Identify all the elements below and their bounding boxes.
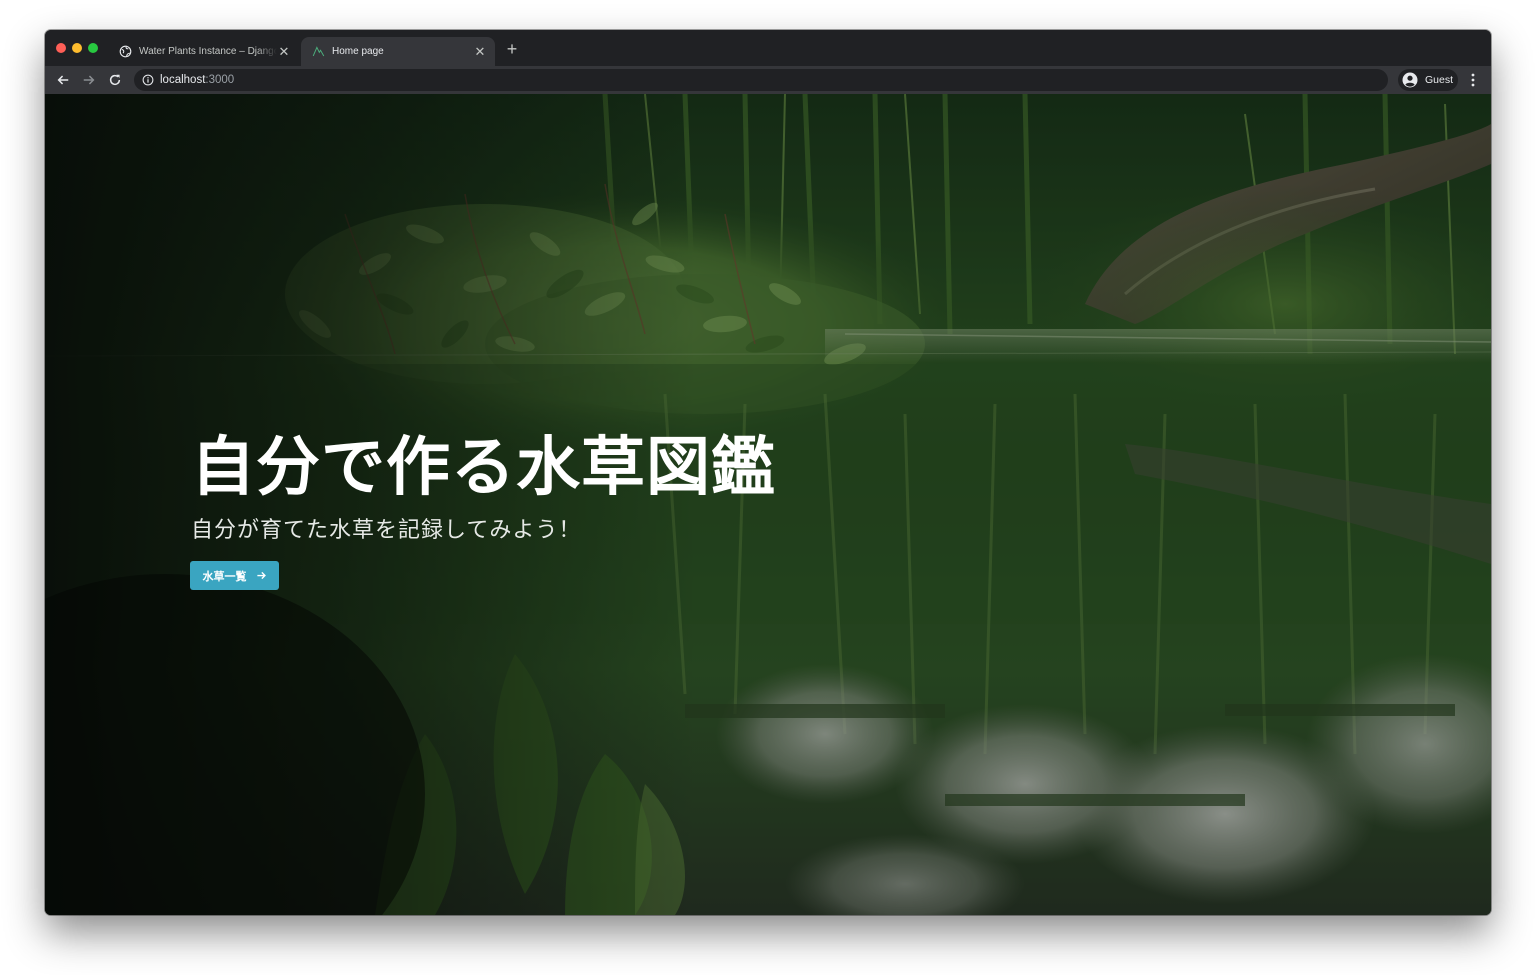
- tab-close-icon[interactable]: ✕: [277, 44, 291, 59]
- tab-title: Water Plants Instance – Django R: [139, 46, 277, 57]
- profile-name: Guest: [1425, 74, 1454, 86]
- window-minimize-button[interactable]: [72, 43, 82, 53]
- profile-button[interactable]: Guest: [1398, 69, 1458, 91]
- tab-water-plants-instance[interactable]: Water Plants Instance – Django R ✕: [108, 37, 299, 66]
- reload-icon[interactable]: [106, 71, 124, 89]
- tab-home-page[interactable]: Home page ✕: [301, 37, 495, 66]
- tab-strip: Water Plants Instance – Django R ✕ Home …: [45, 30, 1491, 66]
- window-maximize-button[interactable]: [88, 43, 98, 53]
- hero-section: 自分で作る水草図鑑 自分が育てた水草を記録してみよう！ 水草一覧: [45, 94, 1491, 915]
- browser-toolbar: localhost:3000 Guest: [45, 66, 1491, 94]
- url-host: localhost: [160, 74, 206, 86]
- address-bar[interactable]: localhost:3000: [134, 69, 1388, 91]
- site-info-icon[interactable]: [142, 74, 154, 86]
- window-close-button[interactable]: [56, 43, 66, 53]
- site-logo-icon: [311, 45, 325, 59]
- hero-subtitle: 自分が育てた水草を記録してみよう！: [191, 518, 582, 543]
- arrow-right-icon: [256, 570, 267, 581]
- forward-arrow-icon[interactable]: [80, 71, 98, 89]
- hero-title: 自分で作る水草図鑑: [191, 431, 776, 505]
- plant-list-button-label: 水草一覧: [202, 569, 247, 583]
- plant-list-button[interactable]: 水草一覧: [190, 561, 279, 590]
- browser-window: Water Plants Instance – Django R ✕ Home …: [45, 30, 1491, 915]
- back-arrow-icon[interactable]: [54, 71, 72, 89]
- globe-icon: [118, 45, 132, 59]
- more-vertical-icon[interactable]: [1465, 71, 1481, 89]
- url-port: :3000: [205, 74, 235, 86]
- account-circle-icon: [1402, 72, 1418, 88]
- tab-close-icon[interactable]: ✕: [473, 44, 487, 59]
- url-text: localhost:3000: [160, 74, 234, 86]
- tab-title: Home page: [332, 46, 384, 57]
- new-tab-button[interactable]: +: [503, 40, 521, 58]
